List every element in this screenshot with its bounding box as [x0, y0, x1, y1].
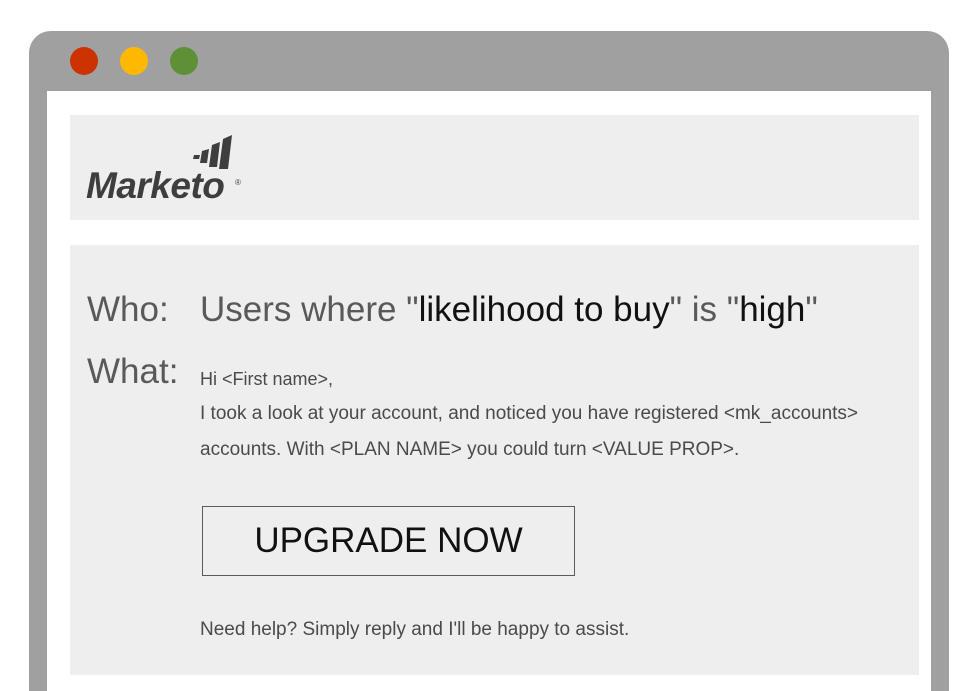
email-body-line-2: accounts. With <PLAN NAME> you could tur…: [200, 439, 740, 460]
help-text: Need help? Simply reply and I'll be happ…: [200, 619, 630, 640]
audience-rule-prefix: Users where ": [200, 290, 419, 329]
audience-rule-operator: " is ": [669, 290, 740, 329]
marketo-logo-bars-icon: [193, 135, 232, 169]
audience-rule: Users where "likelihood to buy" is "high…: [200, 290, 818, 330]
audience-value: high: [739, 290, 806, 329]
zoom-window-button[interactable]: [170, 47, 198, 75]
registered-mark: ®: [235, 178, 241, 187]
close-window-button[interactable]: [70, 47, 98, 75]
audience-rule-suffix: ": [805, 290, 818, 329]
email-body-line-1: I took a look at your account, and notic…: [200, 403, 859, 424]
upgrade-now-button[interactable]: UPGRADE NOW: [202, 506, 575, 576]
audience-attribute: likelihood to buy: [418, 290, 670, 329]
email-greeting: Hi <First name>,: [200, 369, 334, 389]
who-label: Who:: [87, 290, 169, 329]
what-label: What:: [87, 352, 179, 391]
upgrade-now-label: UPGRADE NOW: [254, 521, 523, 560]
minimize-window-button[interactable]: [120, 47, 148, 75]
marketo-logo: Marketo: [86, 165, 225, 206]
